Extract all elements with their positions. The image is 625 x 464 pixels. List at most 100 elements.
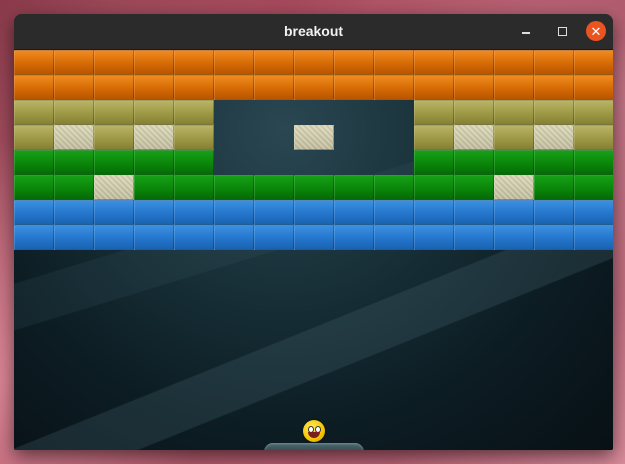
- brick-blue: [534, 200, 574, 225]
- brick-green: [134, 175, 174, 200]
- brick-olive: [574, 100, 613, 125]
- brick-blue: [414, 200, 454, 225]
- brick-green: [174, 175, 214, 200]
- ball-mouth: [308, 432, 320, 438]
- brick-silver: [494, 175, 534, 200]
- brick-orange: [174, 75, 214, 100]
- brick-blue: [94, 225, 134, 250]
- brick-olive: [14, 100, 54, 125]
- brick-green: [174, 150, 214, 175]
- brick-blue: [494, 225, 534, 250]
- brick-green: [334, 175, 374, 200]
- brick-orange: [574, 50, 613, 75]
- brick-orange: [294, 50, 334, 75]
- brick-olive: [454, 100, 494, 125]
- brick-olive: [94, 100, 134, 125]
- brick-green: [374, 175, 414, 200]
- brick-blue: [14, 225, 54, 250]
- brick-orange: [494, 50, 534, 75]
- brick-blue: [254, 200, 294, 225]
- brick-orange: [374, 50, 414, 75]
- brick-orange: [94, 75, 134, 100]
- brick-green: [214, 175, 254, 200]
- brick-blue: [54, 225, 94, 250]
- brick-orange: [534, 75, 574, 100]
- brick-blue: [374, 225, 414, 250]
- brick-blue: [94, 200, 134, 225]
- brick-orange: [334, 75, 374, 100]
- brick-orange: [294, 75, 334, 100]
- brick-green: [94, 150, 134, 175]
- brick-orange: [14, 50, 54, 75]
- brick-orange: [54, 75, 94, 100]
- title-bar[interactable]: breakout ✕: [14, 14, 613, 50]
- brick-blue: [454, 200, 494, 225]
- brick-green: [414, 175, 454, 200]
- brick-orange: [494, 75, 534, 100]
- brick-green: [454, 175, 494, 200]
- brick-olive: [54, 100, 94, 125]
- brick-green: [134, 150, 174, 175]
- brick-orange: [334, 50, 374, 75]
- brick-orange: [534, 50, 574, 75]
- maximize-icon: [557, 26, 567, 36]
- brick-blue: [334, 200, 374, 225]
- brick-green: [574, 175, 613, 200]
- brick-orange: [54, 50, 94, 75]
- brick-green: [294, 175, 334, 200]
- brick-silver: [54, 125, 94, 150]
- brick-olive: [414, 125, 454, 150]
- brick-orange: [414, 50, 454, 75]
- brick-wall: [14, 50, 613, 250]
- brick-blue: [574, 200, 613, 225]
- maximize-button[interactable]: [552, 21, 572, 41]
- brick-orange: [14, 75, 54, 100]
- brick-blue: [214, 200, 254, 225]
- brick-blue: [294, 225, 334, 250]
- brick-olive: [494, 125, 534, 150]
- brick-orange: [174, 50, 214, 75]
- brick-olive: [134, 100, 174, 125]
- game-window: breakout ✕: [14, 14, 613, 450]
- brick-blue: [14, 200, 54, 225]
- minimize-button[interactable]: [516, 21, 536, 41]
- brick-blue: [174, 200, 214, 225]
- brick-olive: [94, 125, 134, 150]
- brick-olive: [174, 125, 214, 150]
- brick-blue: [334, 225, 374, 250]
- close-icon: ✕: [590, 23, 602, 39]
- brick-blue: [134, 200, 174, 225]
- brick-silver: [294, 125, 334, 150]
- brick-orange: [254, 75, 294, 100]
- paddle[interactable]: [264, 443, 364, 450]
- brick-green: [54, 175, 94, 200]
- brick-blue: [574, 225, 613, 250]
- brick-blue: [254, 225, 294, 250]
- brick-green: [254, 175, 294, 200]
- brick-green: [14, 150, 54, 175]
- brick-green: [534, 150, 574, 175]
- brick-green: [574, 150, 613, 175]
- brick-green: [534, 175, 574, 200]
- brick-olive: [414, 100, 454, 125]
- brick-silver: [454, 125, 494, 150]
- brick-blue: [374, 200, 414, 225]
- brick-orange: [574, 75, 613, 100]
- close-button[interactable]: ✕: [586, 21, 606, 41]
- brick-orange: [94, 50, 134, 75]
- brick-orange: [454, 75, 494, 100]
- brick-green: [454, 150, 494, 175]
- brick-orange: [454, 50, 494, 75]
- brick-blue: [534, 225, 574, 250]
- brick-olive: [574, 125, 613, 150]
- brick-orange: [414, 75, 454, 100]
- brick-silver: [134, 125, 174, 150]
- brick-orange: [134, 50, 174, 75]
- game-board[interactable]: [14, 50, 613, 450]
- brick-orange: [134, 75, 174, 100]
- brick-orange: [254, 50, 294, 75]
- brick-olive: [174, 100, 214, 125]
- brick-blue: [454, 225, 494, 250]
- brick-olive: [534, 100, 574, 125]
- brick-blue: [174, 225, 214, 250]
